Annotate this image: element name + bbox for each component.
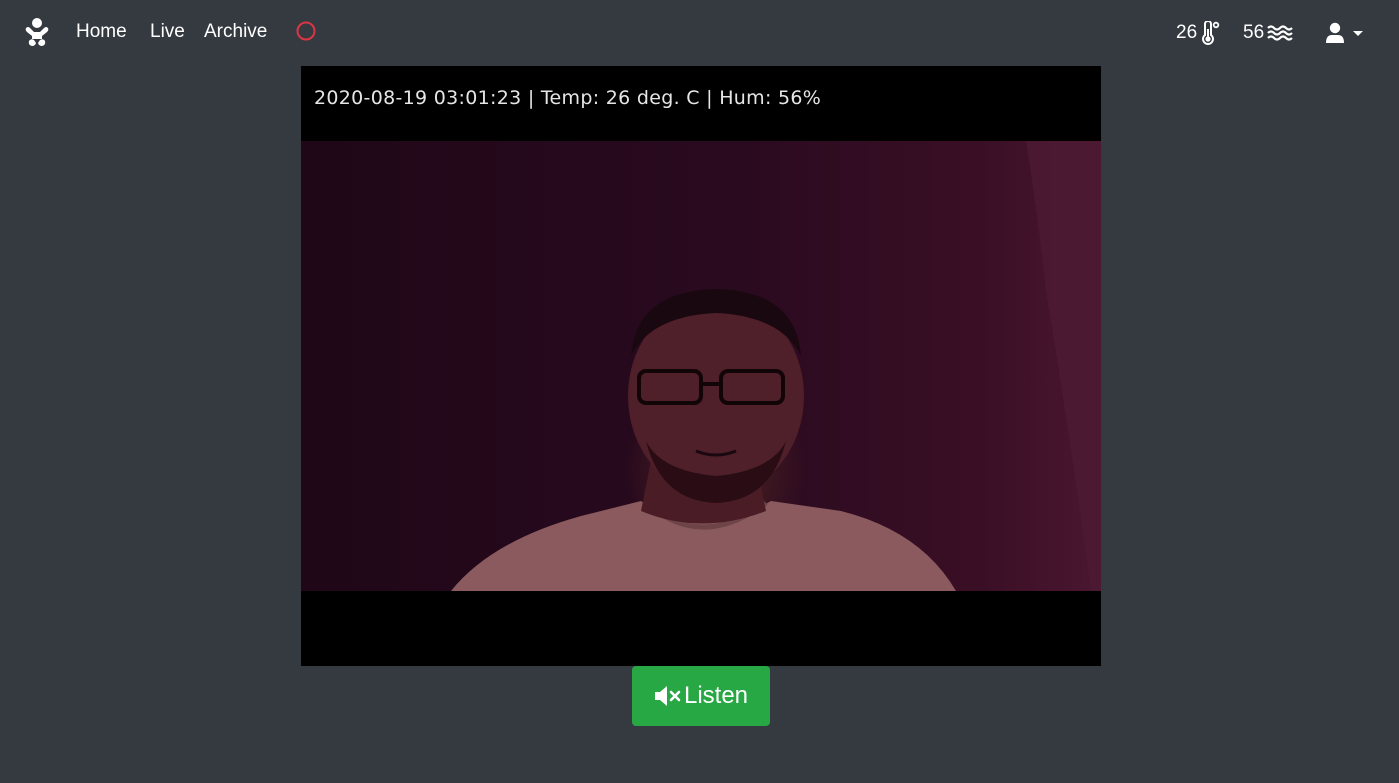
nav-archive-link[interactable]: Archive <box>204 20 267 44</box>
listen-button[interactable]: Listen <box>632 666 770 726</box>
nav-home-link[interactable]: Home <box>76 20 127 44</box>
chevron-down-icon <box>1353 31 1363 36</box>
humidity-reading: 56 <box>1243 20 1293 46</box>
thermometer-icon <box>1202 21 1220 45</box>
user-icon <box>1326 22 1344 43</box>
nav-live-link[interactable]: Live <box>150 20 185 44</box>
water-icon <box>1267 25 1293 41</box>
video-timestamp-overlay: 2020-08-19 03:01:23 | Temp: 26 deg. C | … <box>314 87 822 109</box>
humidity-value: 56 <box>1243 22 1265 43</box>
user-menu-dropdown[interactable] <box>1325 20 1369 46</box>
baby-icon[interactable] <box>23 17 51 47</box>
temperature-reading: 26 <box>1176 20 1220 46</box>
live-video-stream[interactable]: 2020-08-19 03:01:23 | Temp: 26 deg. C | … <box>301 66 1101 666</box>
camera-frame <box>301 141 1101 591</box>
navbar: Home Live Archive 26 56 <box>0 0 1399 64</box>
record-indicator-icon <box>296 21 316 41</box>
listen-button-label: Listen <box>683 682 749 709</box>
temperature-value: 26 <box>1176 22 1198 43</box>
volume-mute-icon <box>654 686 681 706</box>
